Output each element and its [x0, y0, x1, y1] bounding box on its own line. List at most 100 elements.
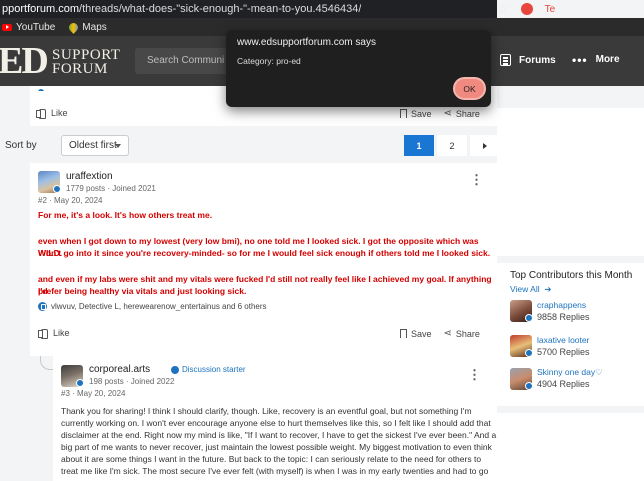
- ok-button[interactable]: OK: [453, 77, 486, 100]
- nav-forums-label: Forums: [519, 54, 556, 66]
- dialog-title: www.edsupportforum.com says: [237, 37, 376, 48]
- maps-icon: [67, 20, 81, 34]
- chevron-down-icon: [115, 144, 121, 148]
- post-options-icon[interactable]: ⋮: [468, 368, 481, 381]
- youtube-icon: [2, 23, 12, 31]
- post-body-line: Thank you for sharing! I think I should …: [61, 406, 472, 416]
- widget-title: Top Contributors this Month: [510, 270, 633, 281]
- url-host: pportforum.com: [2, 3, 80, 15]
- forums-icon: [500, 54, 511, 66]
- share-icon: ⋖: [443, 108, 452, 119]
- thumbs-up-icon: [38, 328, 48, 339]
- like-reaction-icon: [38, 302, 47, 311]
- url-text[interactable]: pportforum.com/threads/what-does-"sick-e…: [2, 3, 361, 15]
- share-label: Share: [455, 108, 480, 119]
- nav-more-label: More: [595, 54, 620, 65]
- post-text-line: Won't go into it since you're recovery-m…: [38, 248, 491, 258]
- ok-label: OK: [463, 83, 476, 94]
- view-all-link[interactable]: View All ➔: [510, 284, 551, 295]
- extension-icon[interactable]: [520, 3, 533, 15]
- sort-bar: Sort by Oldest first 1 2: [0, 135, 500, 157]
- contributor-name[interactable]: craphappens: [537, 300, 586, 310]
- post-reactions[interactable]: vlwvuv, Detective L, herewearenow_entert…: [38, 302, 267, 311]
- more-dots-icon: •••: [572, 52, 588, 67]
- post-options-icon[interactable]: ⋮: [470, 173, 483, 186]
- sidebar-widget: [497, 413, 644, 481]
- dialog-message: Category: pro-ed: [237, 56, 301, 66]
- post-body-line: disclaimer at the end. Right now my mind…: [61, 430, 497, 440]
- share-label: Share: [455, 328, 480, 339]
- view-all-label: View All: [510, 284, 540, 294]
- share-button[interactable]: ⋖ Share: [444, 108, 480, 119]
- like-label: Like: [51, 108, 68, 118]
- post-body-line: treat me like I'm sick. The most secure …: [61, 466, 489, 476]
- save-button[interactable]: Save: [400, 109, 432, 119]
- post-username[interactable]: corporeal.arts: [89, 364, 150, 375]
- bookmark-icon: [400, 109, 407, 118]
- discussion-starter-badge: Discussion starter: [171, 365, 246, 374]
- logo-line-1: SUPPORT: [52, 47, 121, 63]
- bookmark-label: Maps: [82, 21, 107, 33]
- logo-line-2: FORUM: [52, 61, 108, 77]
- badge-icon: [525, 382, 533, 390]
- post-body-line: big part of me wants to never recover, j…: [61, 442, 492, 452]
- sort-selected-value: Oldest first: [69, 140, 117, 151]
- top-contributors-widget: Top Contributors this Month View All ➔ c…: [497, 263, 644, 406]
- bookmark-icon: [400, 329, 407, 338]
- post-body-line: currently working on. I won't ever encou…: [61, 418, 491, 428]
- pagination: 1 2: [404, 135, 503, 156]
- post-username[interactable]: uraffextion: [66, 171, 113, 182]
- post-meta: #2 · May 20, 2024: [38, 196, 103, 205]
- save-label: Save: [411, 328, 432, 339]
- search-input[interactable]: Search Communi: [135, 48, 235, 74]
- like-button[interactable]: Like: [38, 328, 70, 339]
- post-user-meta: 1779 posts · Joined 2021: [66, 184, 156, 193]
- starter-label: Discussion starter: [182, 365, 246, 374]
- share-button[interactable]: ⋖ Share: [444, 328, 480, 339]
- site-logo-text[interactable]: SUPPORT FORUM: [52, 47, 121, 77]
- sort-select[interactable]: Oldest first: [61, 135, 129, 156]
- share-icon: ⋖: [443, 328, 452, 339]
- nav-forums[interactable]: Forums: [500, 54, 556, 66]
- save-button[interactable]: Save: [400, 329, 432, 339]
- browser-url-bar[interactable]: pportforum.com/threads/what-does-"sick-e…: [0, 0, 644, 18]
- contributor-replies: 4904 Replies: [537, 379, 590, 389]
- contributor-name[interactable]: laxative looter: [537, 335, 589, 345]
- contributor-name[interactable]: Skinny one day♡: [537, 367, 603, 378]
- bookmark-label: YouTube: [16, 21, 56, 33]
- next-page-button[interactable]: [470, 135, 500, 156]
- badge-icon: [53, 185, 61, 193]
- bookmark-star-icon[interactable]: ☆: [497, 1, 509, 17]
- like-button[interactable]: Like: [36, 108, 68, 119]
- reactions-text: vlwvuv, Detective L, herewearenow_entert…: [51, 302, 267, 311]
- page-1-button[interactable]: 1: [404, 135, 434, 156]
- post-meta: #3 · May 20, 2024: [61, 389, 126, 398]
- page-2-button[interactable]: 2: [437, 135, 467, 156]
- alert-dialog: www.edsupportforum.com says Category: pr…: [226, 30, 491, 107]
- post-body-line: about it are some things I want in the f…: [61, 454, 482, 464]
- nav-more[interactable]: ••• More: [572, 52, 620, 67]
- site-logo[interactable]: ED: [0, 41, 49, 81]
- badge-icon: [525, 314, 533, 322]
- post-text-line: For me, it's a look. It's how others tre…: [38, 210, 213, 220]
- previous-reactions: [38, 86, 198, 91]
- extension-label[interactable]: Te: [545, 4, 556, 15]
- reaction-icon: [38, 89, 44, 91]
- bookmark-youtube[interactable]: YouTube: [2, 22, 55, 33]
- verified-icon: [171, 365, 179, 374]
- reply-post-card: corporeal.arts Discussion starter 198 po…: [53, 356, 497, 481]
- arrow-right-icon: ➔: [541, 284, 552, 294]
- like-label: Like: [53, 328, 70, 338]
- url-path: /threads/what-does-"sick-enough-"-mean-t…: [79, 3, 362, 15]
- sort-label: Sort by: [5, 140, 37, 151]
- post-text-line: prefer being healthy via vitals and just…: [38, 286, 247, 296]
- contributor-replies: 5700 Replies: [537, 347, 590, 357]
- thumbs-up-icon: [36, 108, 46, 119]
- contributor-replies: 9858 Replies: [537, 312, 590, 322]
- post-user-meta: 198 posts · Joined 2022: [89, 377, 175, 386]
- post-card: uraffextion 1779 posts · Joined 2021 ⋮ #…: [30, 163, 497, 356]
- bookmark-maps[interactable]: Maps: [67, 20, 107, 34]
- save-label: Save: [411, 108, 432, 119]
- post-actions: Save ⋖ Share: [400, 108, 480, 119]
- post-actions: Save ⋖ Share: [400, 328, 480, 339]
